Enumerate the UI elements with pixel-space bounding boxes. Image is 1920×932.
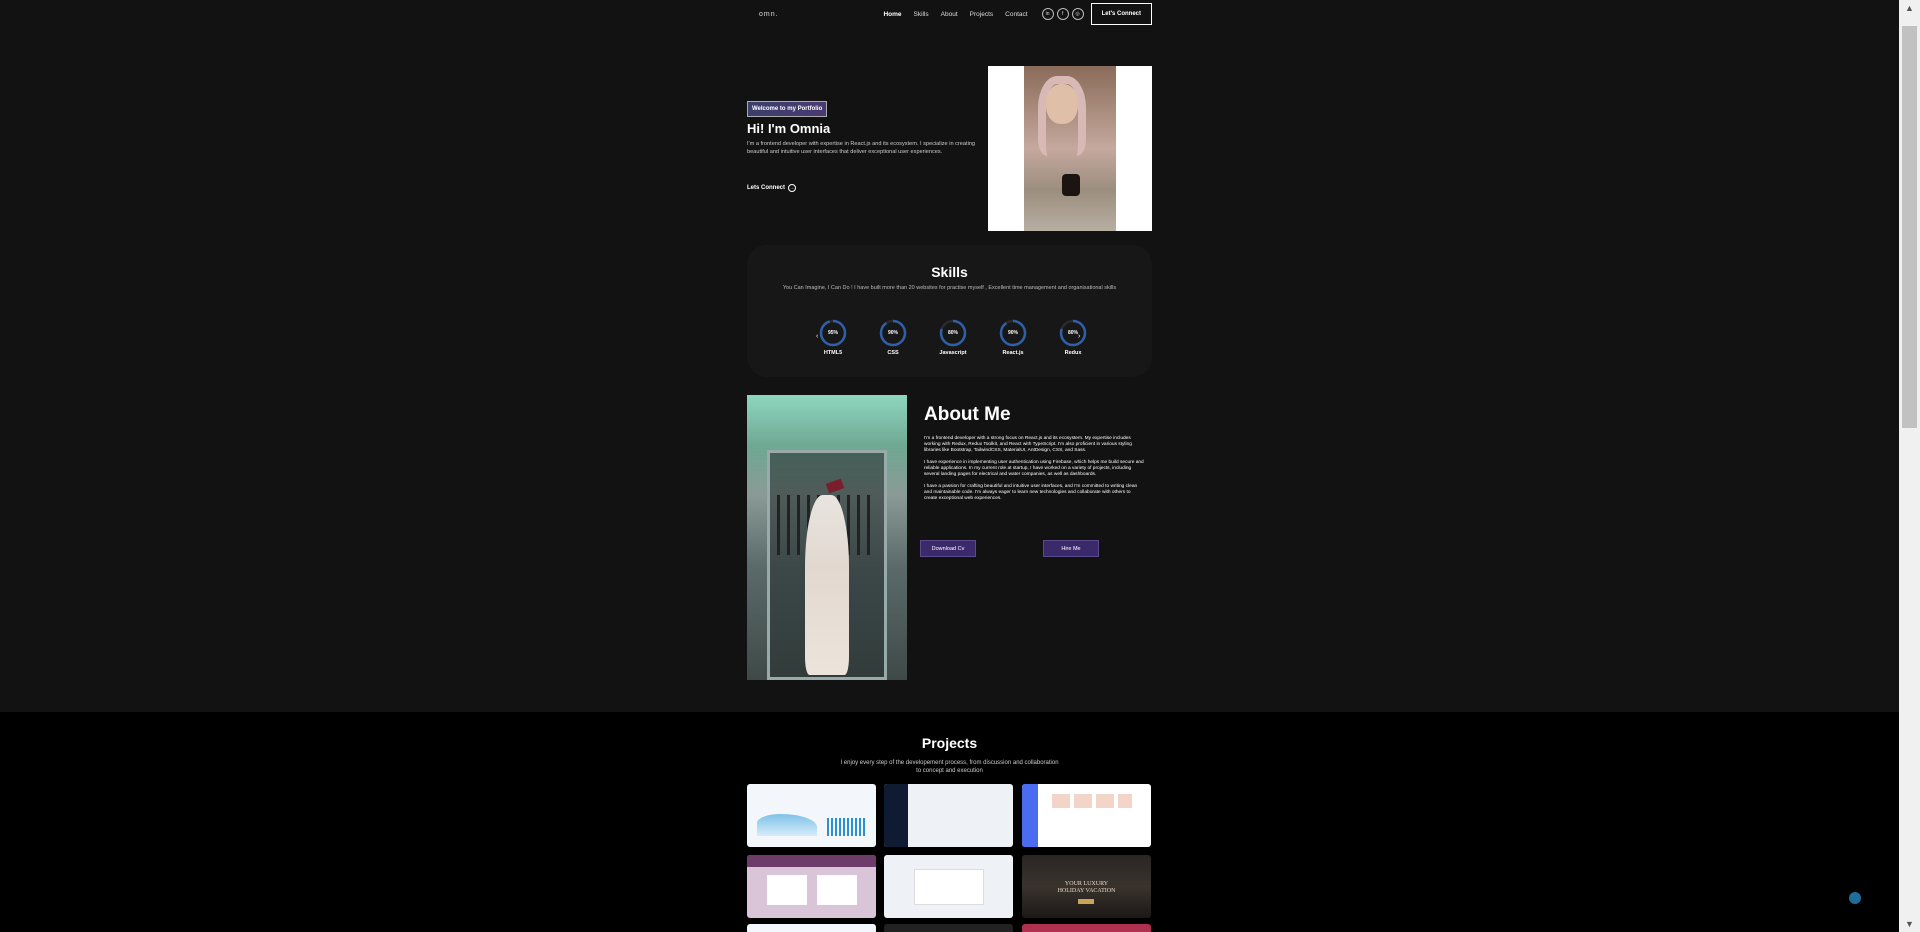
arrow-right-circle-icon: → xyxy=(788,184,797,192)
skill-item: 80% Redux xyxy=(1053,318,1093,356)
project-card-luxury[interactable]: YOUR LUXURY HOLIDAY VACATION xyxy=(1022,855,1151,918)
scroll-up-icon[interactable]: ▲ xyxy=(1899,0,1920,16)
portfolio-page: omn. Home Skills About Projects Contact … xyxy=(0,0,1899,932)
projects-subtitle: I enjoy every step of the developement p… xyxy=(0,759,1899,775)
download-cv-button[interactable]: Download Cv xyxy=(920,540,976,557)
skill-percent: 90% xyxy=(1007,330,1018,336)
skill-percent: 90% xyxy=(887,330,898,336)
social-icons: in f ◎ xyxy=(1041,8,1084,20)
page-scrollbar[interactable]: ▲ ▼ xyxy=(1899,0,1920,932)
header-preview xyxy=(747,855,876,867)
about-text: I'm a frontend developer with a strong f… xyxy=(924,436,1144,508)
about-paragraph: I have a passion for crafting beautiful … xyxy=(924,484,1138,501)
lets-connect-button[interactable]: Let's Connect xyxy=(1090,3,1152,25)
projects-title: Projects xyxy=(921,735,978,751)
hire-me-button[interactable]: Hire Me xyxy=(1043,540,1099,557)
skill-name: React.js xyxy=(1002,350,1024,356)
nav-link-projects[interactable]: Projects xyxy=(964,11,999,18)
skill-percent: 80% xyxy=(947,330,958,336)
nav-links: Home Skills About Projects Contact xyxy=(877,11,1033,18)
skills-title: Skills xyxy=(931,264,968,280)
skill-progress-ring: 80% xyxy=(1058,318,1088,348)
skill-progress-ring: 90% xyxy=(878,318,908,348)
sidebar-preview xyxy=(884,784,908,847)
about-paragraph: I have experience in implementing user a… xyxy=(924,460,1144,477)
project-card-admin[interactable] xyxy=(884,784,1013,847)
hero-portrait-image xyxy=(988,66,1152,231)
navbar: omn. Home Skills About Projects Contact … xyxy=(747,0,1152,28)
project-card-calendar[interactable] xyxy=(747,855,876,918)
skill-progress-ring: 80% xyxy=(938,318,968,348)
project-card[interactable] xyxy=(1022,924,1151,932)
calendar-preview xyxy=(767,875,857,905)
nav-link-about[interactable]: About xyxy=(935,11,964,18)
welcome-tagline: Welcome to my Portfolio xyxy=(747,101,828,117)
skill-percent: 95% xyxy=(827,330,838,336)
form-preview xyxy=(914,869,984,905)
projects-subtitle-line: to concept and execution xyxy=(916,768,983,774)
instagram-icon[interactable]: ◎ xyxy=(1071,8,1084,20)
project-card-dashboard[interactable] xyxy=(747,784,876,847)
project-card-panel[interactable] xyxy=(1022,784,1151,847)
skill-name: HTML5 xyxy=(823,350,843,356)
skill-item: 95% HTML5 xyxy=(813,318,853,356)
luxury-button-preview xyxy=(1078,899,1094,904)
skill-item: 90% CSS xyxy=(873,318,913,356)
luxury-headline: YOUR LUXURY HOLIDAY VACATION xyxy=(1057,881,1116,894)
chart-bars xyxy=(827,818,867,836)
projects-subtitle-line: I enjoy every step of the developement p… xyxy=(840,760,1059,766)
portrait-face xyxy=(1046,84,1078,124)
projects-section: Projects I enjoy every step of the devel… xyxy=(0,712,1899,932)
nav-link-contact[interactable]: Contact xyxy=(999,11,1033,18)
nav-link-skills[interactable]: Skills xyxy=(908,11,935,18)
portrait-cup xyxy=(1062,174,1080,196)
chat-widget-icon[interactable] xyxy=(1849,892,1861,904)
skills-section: Skills You Can Imagine, I Can Do ! I hav… xyxy=(747,245,1152,377)
hero-connect-label: Lets Connect xyxy=(747,185,786,191)
skill-item: 80% Javascript xyxy=(933,318,973,356)
skills-subtitle: You Can Imagine, I Can Do ! I have built… xyxy=(782,285,1117,291)
skill-percent: 80% xyxy=(1067,330,1078,336)
nav-link-home[interactable]: Home xyxy=(877,11,907,18)
skill-item: 90% React.js xyxy=(993,318,1033,356)
about-title: About Me xyxy=(924,404,1011,425)
scroll-down-icon[interactable]: ▼ xyxy=(1899,916,1920,932)
about-photo xyxy=(747,395,907,680)
logo[interactable]: omn. xyxy=(759,11,779,18)
linkedin-icon[interactable]: in xyxy=(1041,8,1054,20)
project-card[interactable] xyxy=(747,924,876,932)
hero-title: Hi! I'm Omnia xyxy=(747,121,831,136)
skill-name: Javascript xyxy=(939,350,967,356)
skill-name: CSS xyxy=(887,350,899,356)
skill-progress-ring: 95% xyxy=(818,318,848,348)
about-paragraph: I'm a frontend developer with a strong f… xyxy=(924,436,1132,453)
sidebar-preview xyxy=(1022,784,1038,847)
project-card-form[interactable] xyxy=(884,855,1013,918)
project-card[interactable] xyxy=(884,924,1013,932)
scrollbar-thumb[interactable] xyxy=(1902,26,1917,428)
cards-preview xyxy=(1052,794,1132,808)
skill-name: Redux xyxy=(1064,350,1082,356)
hero-description: I'm a frontend developer with expertise … xyxy=(747,141,976,156)
chart-area xyxy=(757,814,817,836)
facebook-icon[interactable]: f xyxy=(1056,8,1069,20)
hero-connect-link[interactable]: Lets Connect → xyxy=(747,184,797,192)
about-photo-figure xyxy=(805,495,849,675)
skill-progress-ring: 90% xyxy=(998,318,1028,348)
